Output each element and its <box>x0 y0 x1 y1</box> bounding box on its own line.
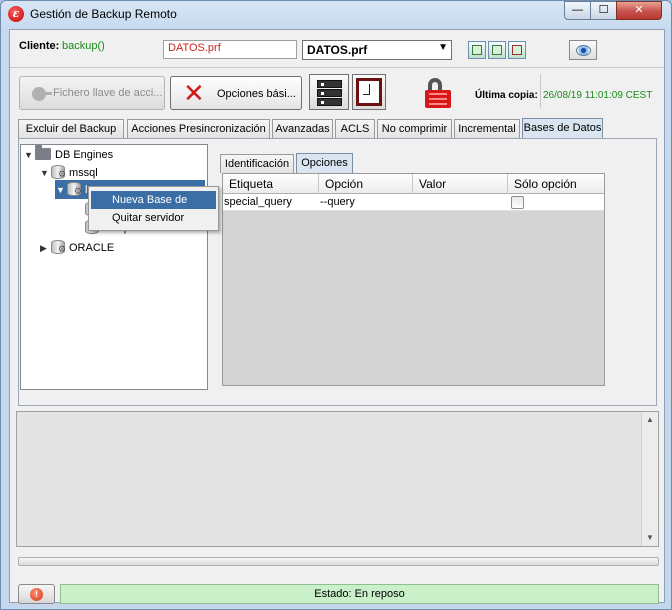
key-file-button[interactable]: Fichero llave de acci... <box>19 76 165 110</box>
collapse-arrow-icon[interactable]: ▼ <box>24 146 35 164</box>
tab-incremental[interactable]: Incremental <box>454 119 520 138</box>
status-row: ! Estado: En reposo <box>18 584 659 604</box>
window-title: Gestión de Backup Remoto <box>30 7 177 21</box>
scroll-up-icon[interactable]: ▲ <box>642 412 658 428</box>
unlocked-lock-icon[interactable] <box>425 78 455 110</box>
last-copy-value: 26/08/19 11:01:09 CEST <box>543 90 653 101</box>
options-subtabs: Identificación Opciones <box>220 153 650 174</box>
options-grid[interactable]: Etiqueta Opción Valor Sólo opción specia… <box>222 173 605 386</box>
menu-item-quitar-servidor[interactable]: Quitar servidor <box>91 209 216 227</box>
tab-acciones-presincronizacion[interactable]: Acciones Presincronización <box>127 119 270 138</box>
delete-profile-icon <box>512 45 522 55</box>
log-scrollbar[interactable]: ▲ ▼ <box>641 412 658 546</box>
app-window: ε Gestión de Backup Remoto — ☐ ✕ Cliente… <box>0 0 672 610</box>
profile-edit-button[interactable] <box>468 41 486 59</box>
key-icon <box>32 87 52 101</box>
databases-panel: ▼DB Engines ▼mssql ▼loc campus ▶ORACLE <box>18 138 657 406</box>
client-row: Cliente: backup() DATOS.prf DATOS.prf ▼ <box>10 30 664 68</box>
client-value: backup() <box>62 40 105 52</box>
grid-header-etiqueta[interactable]: Etiqueta <box>223 174 319 194</box>
server-icon <box>317 80 342 88</box>
main-content: Cliente: backup() DATOS.prf DATOS.prf ▼ … <box>9 29 665 604</box>
database-server-icon <box>51 165 66 179</box>
maximize-button[interactable]: ☐ <box>590 1 617 20</box>
expand-arrow-icon[interactable]: ▶ <box>40 239 51 257</box>
database-server-icon <box>67 182 82 196</box>
edit-profile-icon <box>472 45 482 55</box>
grid-header-opcion[interactable]: Opción <box>319 174 413 194</box>
grid-header-solo-opcion[interactable]: Sólo opción <box>508 174 604 194</box>
tab-acls[interactable]: ACLS <box>335 119 375 138</box>
new-profile-icon <box>492 45 502 55</box>
title-bar[interactable]: ε Gestión de Backup Remoto — ☐ ✕ <box>1 1 671 29</box>
app-logo-icon: ε <box>8 6 24 22</box>
cell-opcion[interactable]: --query <box>319 194 413 211</box>
tab-bases-de-datos[interactable]: Bases de Datos <box>522 118 603 139</box>
stop-button[interactable]: ! <box>18 584 55 604</box>
database-server-icon <box>51 240 66 254</box>
profile-new-button[interactable] <box>488 41 506 59</box>
tab-excluir-backup[interactable]: Excluir del Backup <box>18 119 124 138</box>
tree-item-db-engines[interactable]: ▼ DB Engines <box>24 145 113 164</box>
basic-options-button-label: Opciones bási... <box>217 88 296 100</box>
tab-no-comprimir[interactable]: No comprimir <box>377 119 452 138</box>
servers-button[interactable] <box>309 74 349 110</box>
clock-icon <box>356 78 382 106</box>
subtab-opciones[interactable]: Opciones <box>296 153 353 173</box>
tools-icon: ✕ <box>183 78 205 108</box>
tab-avanzadas[interactable]: Avanzadas <box>272 119 333 138</box>
chevron-down-icon[interactable]: ▼ <box>438 42 448 53</box>
server-icon <box>317 98 342 106</box>
table-row[interactable]: special_query --query <box>223 194 604 211</box>
profile-file-field[interactable]: DATOS.prf <box>163 40 297 59</box>
toolbar-divider <box>540 74 541 108</box>
tree-context-menu: Nueva Base de Datos Quitar servidor <box>88 186 219 231</box>
view-button[interactable] <box>569 40 597 60</box>
cell-etiqueta[interactable]: special_query <box>223 194 319 211</box>
db-engines-tree[interactable]: ▼DB Engines ▼mssql ▼loc campus ▶ORACLE <box>20 144 208 390</box>
subtab-identificacion[interactable]: Identificación <box>220 154 294 173</box>
grid-header: Etiqueta Opción Valor Sólo opción <box>223 174 604 194</box>
solo-opcion-checkbox[interactable] <box>511 196 524 209</box>
tree-item-mssql[interactable]: ▼mssql <box>40 164 98 182</box>
eye-icon <box>576 45 591 56</box>
profile-delete-button[interactable] <box>508 41 526 59</box>
main-tabs: Excluir del Backup Acciones Presincroniz… <box>18 118 658 139</box>
cell-valor[interactable] <box>413 194 508 211</box>
folder-icon <box>35 145 51 160</box>
profile-select[interactable]: DATOS.prf ▼ <box>302 40 452 60</box>
key-file-button-label: Fichero llave de acci... <box>53 87 163 99</box>
menu-item-nueva-base-datos[interactable]: Nueva Base de Datos <box>91 191 216 224</box>
profile-select-value: DATOS.prf <box>307 43 368 57</box>
schedule-button[interactable] <box>352 74 386 110</box>
tree-item-oracle[interactable]: ▶ORACLE <box>40 239 114 257</box>
close-button[interactable]: ✕ <box>616 1 662 20</box>
last-copy-label: Última copia: <box>475 90 538 101</box>
collapse-arrow-icon[interactable]: ▼ <box>40 164 51 182</box>
status-text: Estado: En reposo <box>60 584 659 604</box>
stop-icon: ! <box>30 588 43 601</box>
server-icon <box>317 89 342 97</box>
client-label: Cliente: <box>19 40 60 52</box>
collapse-arrow-icon[interactable]: ▼ <box>56 181 67 199</box>
progress-bar <box>18 557 659 566</box>
grid-header-valor[interactable]: Valor <box>413 174 508 194</box>
log-output[interactable]: ▲ ▼ <box>16 411 659 547</box>
basic-options-button[interactable]: ✕ Opciones bási... <box>170 76 302 110</box>
toolbar: Fichero llave de acci... ✕ Opciones bási… <box>10 68 664 118</box>
minimize-button[interactable]: — <box>564 1 591 20</box>
scroll-down-icon[interactable]: ▼ <box>642 530 658 546</box>
